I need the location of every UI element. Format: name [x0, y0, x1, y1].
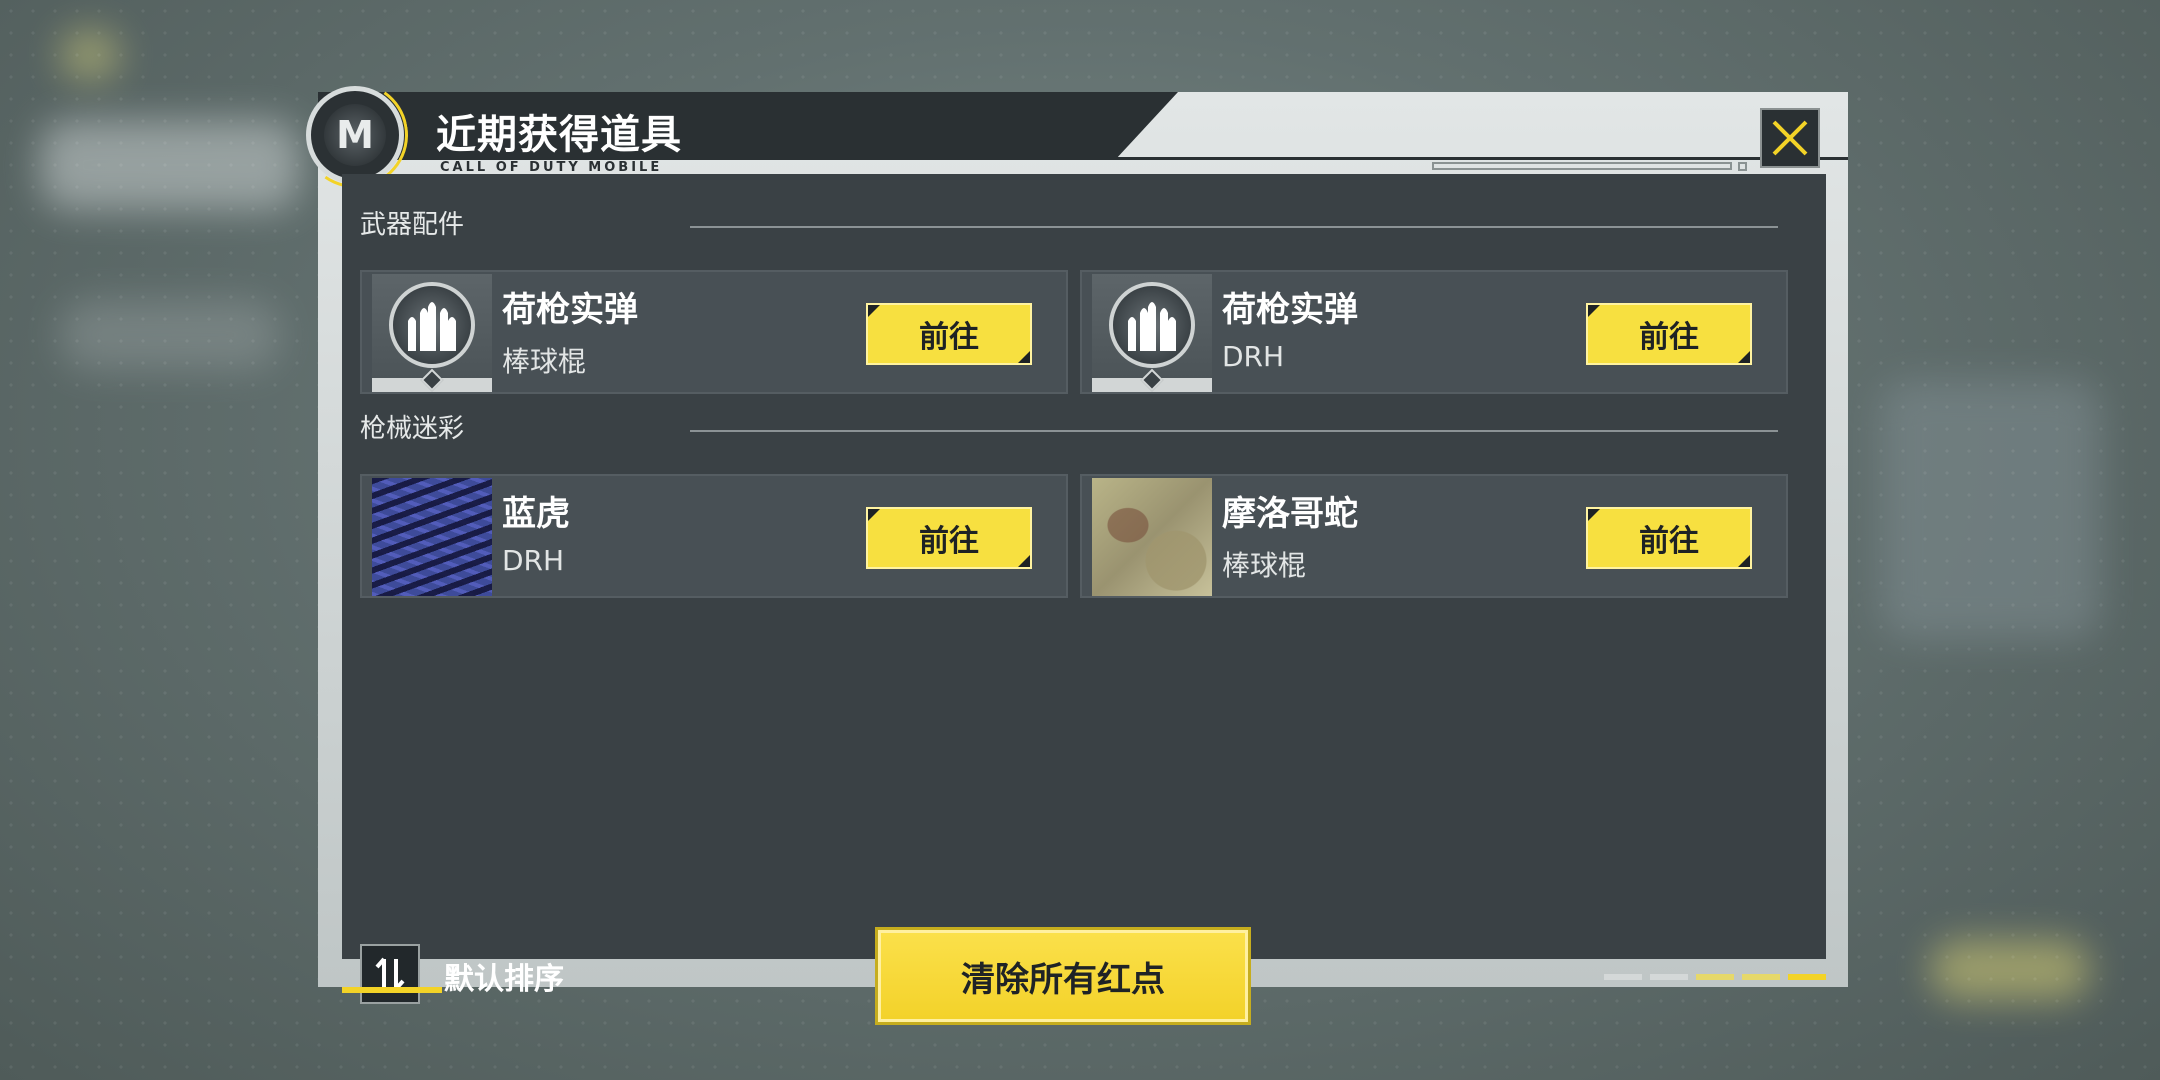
- go-button[interactable]: 前往: [866, 507, 1032, 569]
- item-thumbnail: [1092, 274, 1212, 392]
- moroccan-snake-camo-thumbnail: [1092, 478, 1212, 596]
- section-label-weapon-camo: 枪械迷彩: [360, 414, 465, 444]
- item-thumbnail: [372, 274, 492, 392]
- item-weapon: 棒球棍: [502, 345, 587, 378]
- header-progress-end: [1738, 162, 1747, 171]
- indicator-seg: [1650, 974, 1688, 980]
- item-card: 摩洛哥蛇 棒球棍 前往: [1080, 474, 1788, 598]
- indicator-seg: [1742, 974, 1780, 980]
- section-label-weapon-attachments: 武器配件: [360, 210, 465, 240]
- clear-all-red-dots-button[interactable]: 清除所有红点: [878, 930, 1248, 1022]
- bullets-medal-icon: [389, 282, 475, 368]
- item-name: 蓝虎: [502, 494, 570, 534]
- footer-page-indicator: [1604, 974, 1826, 980]
- item-weapon: 棒球棍: [1222, 549, 1307, 582]
- footer-accent: [342, 987, 442, 993]
- item-name: 荷枪实弹: [1222, 290, 1358, 330]
- item-card: 蓝虎 DRH 前往: [360, 474, 1068, 598]
- close-button[interactable]: [1760, 108, 1820, 168]
- sort-button[interactable]: [360, 944, 420, 1004]
- item-weapon: DRH: [502, 544, 565, 577]
- indicator-seg: [1604, 974, 1642, 980]
- bullets-medal-icon: [1109, 282, 1195, 368]
- sort-label[interactable]: 默认排序: [444, 954, 564, 998]
- recent-items-dialog: M 近期获得道具 CALL OF DUTY MOBILE 武器配件 荷枪实弹 棒…: [306, 86, 1848, 1022]
- go-button[interactable]: 前往: [1586, 303, 1752, 365]
- item-weapon: DRH: [1222, 340, 1285, 373]
- content-panel: 武器配件 荷枪实弹 棒球棍 前往 荷枪实弹 DRH 前往 枪械迷彩 蓝虎 DRH…: [342, 174, 1826, 1022]
- indicator-seg: [1788, 974, 1826, 980]
- dialog-title: 近期获得道具: [436, 112, 682, 158]
- cod-logo-icon: M: [306, 86, 404, 184]
- dialog-subtitle: CALL OF DUTY MOBILE: [440, 160, 663, 175]
- go-button[interactable]: 前往: [1586, 507, 1752, 569]
- indicator-seg: [1696, 974, 1734, 980]
- item-name: 摩洛哥蛇: [1222, 494, 1358, 534]
- blue-tiger-camo-thumbnail: [372, 478, 492, 596]
- section-divider: [690, 226, 1778, 228]
- go-button[interactable]: 前往: [866, 303, 1032, 365]
- header-progress-track: [1432, 162, 1732, 170]
- logo-letter: M: [324, 104, 386, 166]
- item-card: 荷枪实弹 棒球棍 前往: [360, 270, 1068, 394]
- item-name: 荷枪实弹: [502, 290, 638, 330]
- close-x-icon: [1772, 120, 1808, 156]
- item-card: 荷枪实弹 DRH 前往: [1080, 270, 1788, 394]
- section-divider: [690, 430, 1778, 432]
